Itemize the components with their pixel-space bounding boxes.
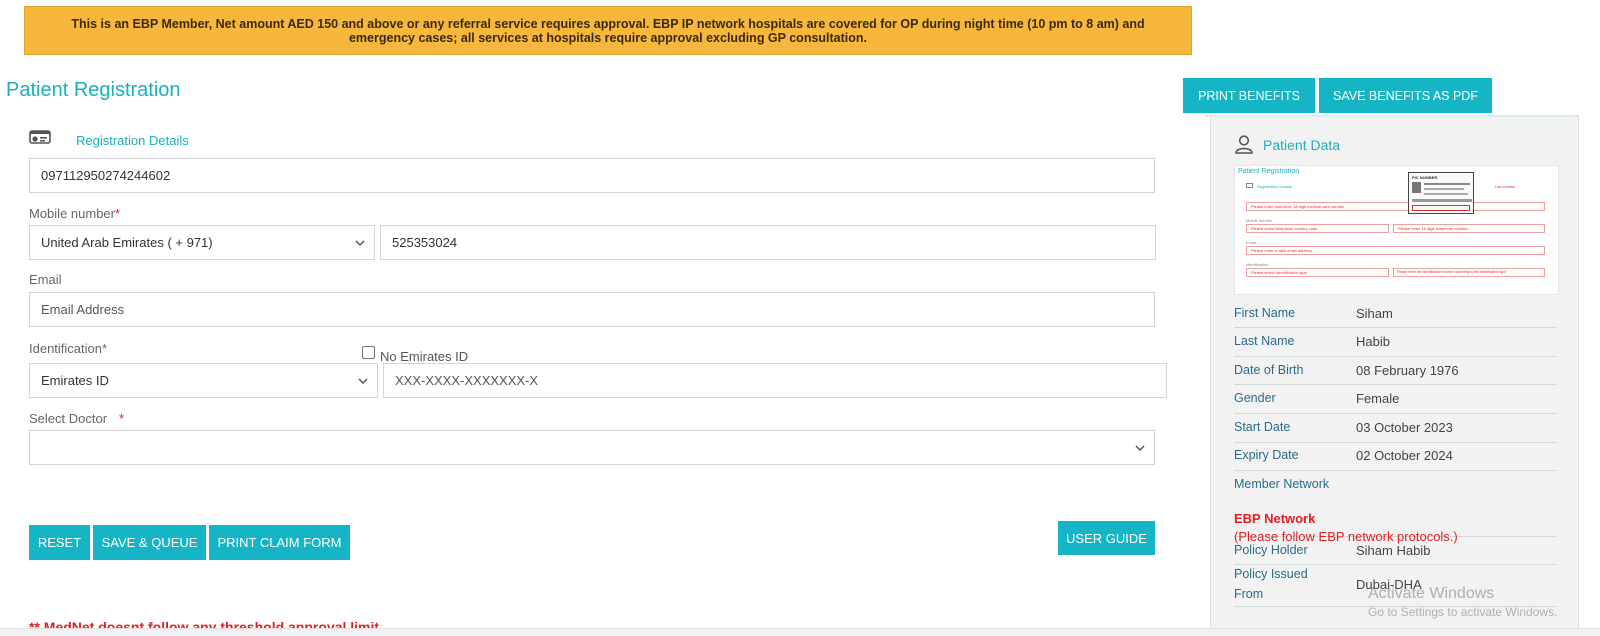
select-doctor-label: Select Doctor * — [29, 411, 124, 426]
card-number-value: 097112950274244602 — [41, 168, 171, 183]
field-value: 02 October 2024 — [1356, 448, 1453, 463]
required-asterisk: * — [119, 411, 125, 426]
patient-field-row: Gender Female — [1234, 388, 1557, 414]
network-name: EBP Network — [1234, 511, 1316, 526]
field-value: Female — [1356, 391, 1400, 406]
thumb-section-label: Registration Details — [1257, 184, 1292, 189]
thumb-err-id-type: Please select identification type — [1251, 270, 1307, 275]
user-guide-button[interactable]: USER GUIDE — [1058, 521, 1155, 555]
email-label: Email — [29, 272, 62, 287]
thumb-card-title: PIC NUMBER — [1412, 175, 1438, 180]
patient-field-row: Date of Birth 08 February 1976 — [1234, 360, 1557, 385]
policy-issued-label-2: From — [1234, 587, 1264, 601]
mobile-number-value: 525353024 — [392, 235, 458, 250]
save-queue-button[interactable]: SAVE & QUEUE — [93, 525, 206, 560]
approval-banner: This is an EBP Member, Net amount AED 15… — [24, 6, 1192, 55]
thumb-card-note: Card number — [1495, 185, 1516, 189]
no-emirates-id-label: No Emirates ID — [380, 349, 469, 364]
reset-button[interactable]: RESET — [29, 525, 90, 560]
email-input[interactable]: Email Address — [29, 292, 1155, 327]
print-claim-form-button[interactable]: PRINT CLAIM FORM — [209, 525, 350, 560]
field-label: Expiry Date — [1234, 448, 1299, 462]
thumb-mobile-label: Mobile number — [1246, 218, 1273, 223]
thumb-card-photo — [1412, 182, 1421, 193]
member-network-row: Member Network — [1234, 474, 1557, 537]
email-placeholder: Email Address — [41, 302, 125, 317]
print-benefits-button[interactable]: PRINT BENEFITS — [1183, 78, 1315, 113]
identification-label: Identification* — [29, 341, 108, 356]
field-label: Last Name — [1234, 334, 1295, 348]
id-number-placeholder: XXX-XXXX-XXXXXXX-X — [395, 373, 539, 388]
thumb-err-country: Please select telephone country code — [1251, 226, 1318, 231]
country-code-value: United Arab Emirates ( + 971) — [41, 235, 213, 250]
card-number-input[interactable]: 097112950274244602 — [29, 158, 1155, 193]
patient-data-title: Patient Data — [1263, 137, 1341, 153]
id-card-icon — [1246, 183, 1253, 188]
thumb-card-highlight — [1412, 205, 1470, 211]
chevron-down-icon — [358, 378, 368, 385]
id-card-icon — [29, 130, 51, 144]
patient-field-row: Expiry Date 02 October 2024 — [1234, 445, 1557, 471]
field-value: Habib — [1356, 334, 1390, 349]
activate-windows-hint: Go to Settings to activate Windows. — [1368, 605, 1558, 619]
save-benefits-pdf-button[interactable]: SAVE BENEFITS AS PDF — [1319, 78, 1492, 113]
id-number-input[interactable]: XXX-XXXX-XXXXXXX-X — [383, 363, 1167, 398]
thumb-card-line — [1424, 193, 1468, 195]
patient-field-row: First Name Siham — [1234, 303, 1557, 328]
patient-field-row: Start Date 03 October 2023 — [1234, 417, 1557, 443]
thumb-err-email: Please enter a valid email address — [1251, 248, 1313, 253]
thumb-card-barcode — [1412, 199, 1472, 202]
activate-windows-watermark: Activate Windows — [1368, 585, 1495, 602]
thumb-email-label: Email — [1246, 240, 1257, 245]
no-emirates-id-checkbox[interactable] — [362, 346, 375, 359]
policy-issued-label: Policy Issued — [1234, 567, 1308, 581]
policy-holder-label: Policy Holder — [1234, 543, 1308, 557]
field-value: Siham — [1356, 306, 1393, 321]
thumb-id-label: Identification — [1246, 262, 1269, 267]
thumb-err-card: Please enter members' 18 digit medical c… — [1251, 204, 1345, 209]
chevron-down-icon — [355, 240, 365, 247]
mobile-number-label-text: Mobile number — [29, 206, 115, 221]
thumb-id-card: PIC NUMBER — [1408, 172, 1474, 214]
field-value: 08 February 1976 — [1356, 363, 1459, 378]
id-type-select[interactable]: Emirates ID — [29, 363, 378, 398]
field-label: Start Date — [1234, 420, 1291, 434]
thumb-err-id-number: Please enter the identification number a… — [1397, 270, 1507, 274]
country-code-select[interactable]: United Arab Emirates ( + 971) — [29, 225, 375, 260]
page-title: Patient Registration — [6, 79, 181, 101]
approval-banner-text: This is an EBP Member, Net amount AED 15… — [71, 16, 1145, 45]
policy-holder-value: Siham Habib — [1356, 543, 1431, 558]
field-label: Date of Birth — [1234, 363, 1304, 377]
required-asterisk: * — [115, 206, 121, 221]
thumb-title: Patient Registration — [1238, 168, 1300, 175]
thumb-err-phone: Please enter 10 digit telephone number — [1398, 226, 1468, 231]
chevron-down-icon — [1135, 445, 1145, 452]
patient-field-row: Last Name Habib — [1234, 331, 1557, 357]
policy-holder-row: Policy Holder Siham Habib — [1234, 540, 1557, 565]
field-value: 03 October 2023 — [1356, 420, 1453, 435]
thumb-card-line — [1424, 183, 1470, 185]
select-doctor-label-text: Select Doctor — [29, 411, 108, 426]
member-network-label: Member Network — [1234, 477, 1330, 491]
registration-help-image: Patient Registration Registration Detail… — [1234, 165, 1559, 295]
field-label: First Name — [1234, 306, 1296, 320]
horizontal-scrollbar[interactable] — [0, 628, 1600, 636]
thumb-card-line — [1424, 188, 1464, 190]
doctor-select[interactable] — [29, 430, 1155, 465]
mobile-number-input[interactable]: 525353024 — [380, 225, 1156, 260]
registration-details-label: Registration Details — [76, 133, 189, 148]
threshold-note: ** MedNet doesnt follow any threshold ap… — [29, 619, 380, 628]
mobile-number-label: Mobile number* — [29, 206, 120, 221]
user-icon — [1235, 135, 1253, 154]
id-type-value: Emirates ID — [41, 373, 109, 388]
field-label: Gender — [1234, 391, 1276, 405]
